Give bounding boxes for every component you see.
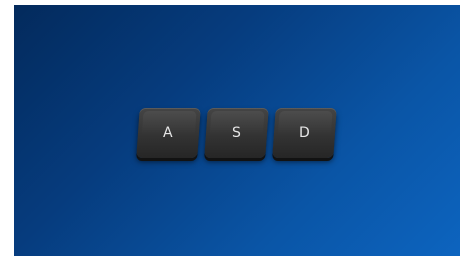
key-s-label: S [231, 125, 242, 141]
key-s[interactable]: S [204, 108, 269, 158]
key-d-label: D [298, 125, 311, 141]
key-row: A S D [136, 108, 337, 158]
key-d[interactable]: D [272, 108, 337, 158]
key-a-label: A [163, 125, 174, 141]
key-a[interactable]: A [136, 108, 201, 158]
keyboard-scene: A S D [14, 5, 460, 256]
